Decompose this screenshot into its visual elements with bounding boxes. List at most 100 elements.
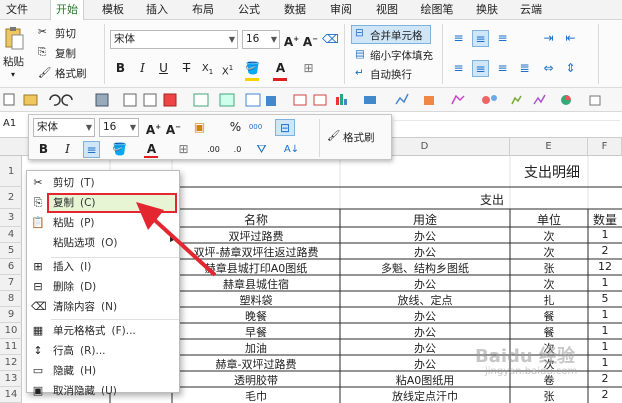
cell-qty[interactable]: 12 [588,260,622,273]
paste-dropdown-icon[interactable]: ▾ [11,70,15,79]
tab-skin[interactable]: 换肤 [470,0,504,20]
menu-item[interactable]: ✂ 剪切 (T) [27,173,179,193]
decrease-font-icon[interactable]: A− [302,31,319,49]
cell-unit[interactable]: 扎 [510,292,588,308]
row-header[interactable]: 10 [0,323,22,339]
outdent-icon[interactable]: ⇤ [562,30,579,47]
tab-file[interactable]: 文件 [2,0,32,20]
cell-qty[interactable]: 2 [588,388,622,401]
mini-merge-icon[interactable]: ⊟ [275,119,295,136]
mini-bold-button[interactable]: B [35,141,52,158]
menu-item[interactable]: ▦ 单元格格式 (F)... [27,321,179,341]
cell-unit[interactable]: 次 [510,228,588,244]
mini-italic-button[interactable]: I [59,141,76,158]
row-header[interactable]: 13 [0,371,22,387]
row-header[interactable]: 7 [0,275,22,291]
paste-icon[interactable] [4,26,24,52]
header-qty[interactable]: 数量 [588,211,622,228]
align-middle-icon[interactable]: ≡ [472,30,489,47]
row-header[interactable]: 12 [0,355,22,371]
text-direction-icon[interactable]: ⇕ [562,60,579,77]
cell-name[interactable]: 透明胶带 [172,372,340,388]
cell-name[interactable]: 赫章-双坪过路费 [172,356,340,372]
menu-item[interactable]: ▭ 隐藏 (H) [27,361,179,381]
cell-use[interactable]: 办公 [340,228,510,244]
copy-icon[interactable]: ⎘ [38,46,46,59]
mini-filter-icon[interactable]: ⛛ [253,141,270,158]
cut-icon[interactable]: ✂ [38,26,47,38]
cell-reference[interactable]: A1 [3,118,16,129]
bold-button[interactable]: B [112,60,129,77]
tab-formulas[interactable]: 公式 [232,0,266,20]
format-painter-icon[interactable]: 🖌 [38,66,51,79]
align-right-icon[interactable]: ≡ [494,60,511,77]
row-header[interactable]: 6 [0,259,22,275]
underline-button[interactable]: U [155,60,172,77]
align-left-icon[interactable]: ≡ [450,60,467,77]
cell-use[interactable]: 放线、定点 [340,292,510,308]
header-unit[interactable]: 单位 [510,211,588,228]
copy-label[interactable]: 复制 [55,46,76,61]
paste-label[interactable]: 粘贴 [3,54,24,69]
tab-cloud[interactable]: 云端 [514,0,548,20]
align-center-icon[interactable]: ≡ [472,60,489,77]
mini-format-painter-icon[interactable]: 🖌 [327,129,340,142]
tab-review[interactable]: 审阅 [324,0,358,20]
cell-name[interactable]: 早餐 [172,324,340,340]
subscript-button[interactable]: X1 [199,60,216,77]
row-header[interactable]: 1 [0,156,22,187]
cell-name[interactable]: 塑料袋 [172,292,340,308]
mini-increase-font-icon[interactable]: A+ [145,119,162,137]
cell-name[interactable]: 加油 [172,340,340,356]
mini-decrease-font-icon[interactable]: A− [165,119,182,137]
sheet-title[interactable]: 支出明细 [502,162,602,182]
cell-unit[interactable]: 次 [510,276,588,292]
cell-qty[interactable]: 1 [588,324,622,337]
tab-view[interactable]: 视图 [370,0,404,20]
row-header[interactable]: 11 [0,339,22,355]
align-top-icon[interactable]: ≡ [450,30,467,47]
cell-use[interactable]: 办公 [340,308,510,324]
cell-qty[interactable]: 1 [588,276,622,289]
fill-color-icon[interactable]: 🪣 [244,60,261,77]
tab-home[interactable]: 开始 [50,0,84,21]
cell-name[interactable]: 晚餐 [172,308,340,324]
column-header-f[interactable]: F [588,138,622,156]
mini-format-painter-label[interactable]: 格式刷 [343,130,375,145]
tab-templates[interactable]: 模板 [96,0,130,20]
menu-item[interactable]: ⊟ 删除 (D) [27,277,179,297]
clear-format-icon[interactable]: ⌫ [322,31,339,48]
strikethrough-button[interactable]: T [178,60,195,77]
mini-style-icon[interactable]: ▣ [191,119,208,136]
cell-qty[interactable]: 1 [588,228,622,241]
mini-font-size-combo[interactable]: 16 ▼ [99,118,139,137]
mini-decrease-decimal-icon[interactable]: .0 [229,141,246,158]
cell-unit[interactable]: 张 [510,388,588,403]
superscript-button[interactable]: X1 [219,60,236,77]
mini-font-name-combo[interactable]: 宋体 ▼ [33,118,95,137]
mini-increase-decimal-icon[interactable]: .00 [205,141,222,158]
cell-use[interactable]: 放线定点汗巾 [340,388,510,403]
cut-label[interactable]: 剪切 [55,26,76,41]
mini-percent-button[interactable]: % [227,119,244,136]
wrap-text-label[interactable]: 自动换行 [370,67,412,82]
row-header[interactable]: 9 [0,307,22,323]
borders-icon[interactable]: ⊞ [300,60,317,77]
justify-icon[interactable]: ≣ [516,60,533,77]
align-bottom-icon[interactable]: ≡ [494,30,511,47]
increase-font-icon[interactable]: A+ [283,31,300,49]
cell-qty[interactable]: 2 [588,244,622,257]
tab-data[interactable]: 数据 [278,0,312,20]
quick-toolbar-icons[interactable] [0,88,622,112]
row-header[interactable]: 2 [0,187,22,209]
row-header[interactable]: 3 [0,209,22,227]
cell-use[interactable]: 多魁、结构乡图纸 [340,260,510,276]
format-painter-label[interactable]: 格式刷 [55,66,87,81]
distribute-icon[interactable]: ⇔ [540,60,557,77]
mini-sort-icon[interactable]: A↓ [283,141,300,158]
cell-qty[interactable]: 5 [588,292,622,305]
cell-unit[interactable]: 餐 [510,308,588,324]
indent-icon[interactable]: ⇥ [540,30,557,47]
shrink-to-fit-label[interactable]: 缩小字体填充 [370,48,433,63]
formula-input[interactable] [394,120,620,121]
